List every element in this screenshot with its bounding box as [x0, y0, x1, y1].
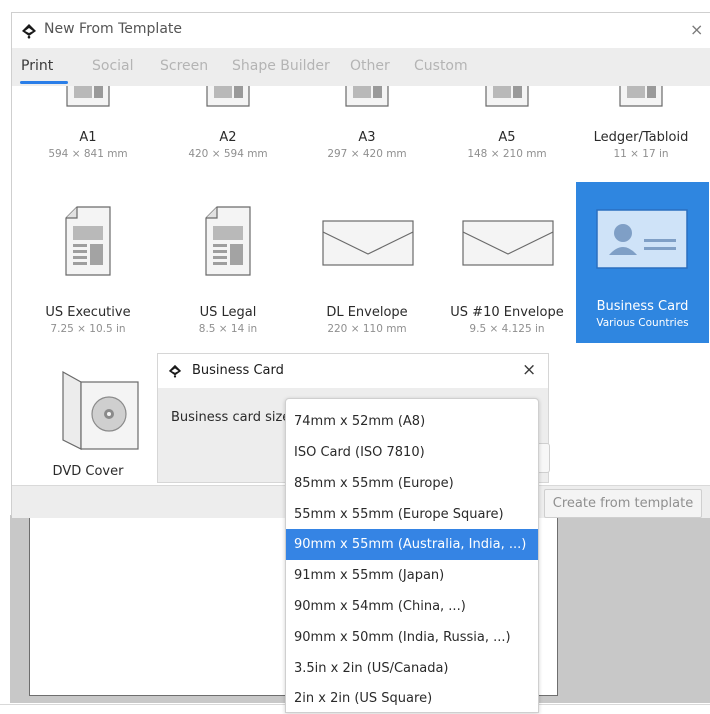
business-card-icon	[596, 209, 688, 269]
document-icon	[65, 206, 111, 276]
size-option[interactable]: 74mm x 52mm (A8)	[286, 406, 538, 437]
subdialog-titlebar: Business Card ×	[158, 354, 548, 388]
template-size: Various Countries	[596, 317, 689, 329]
template-us-executive[interactable]: US Executive 7.25 × 10.5 in	[29, 194, 147, 354]
size-option[interactable]: 55mm x 55mm (Europe Square)	[286, 499, 538, 530]
template-name: DL Envelope	[326, 305, 408, 320]
dialog-titlebar: New From Template ×	[12, 13, 710, 48]
close-icon[interactable]: ×	[690, 20, 703, 39]
subdialog-title: Business Card	[192, 363, 284, 378]
size-option[interactable]: 91mm x 55mm (Japan)	[286, 560, 538, 591]
tab-screen[interactable]: Screen	[160, 58, 208, 74]
template-name: US #10 Envelope	[450, 305, 564, 320]
inkscape-logo-icon	[168, 364, 182, 378]
template-name: DVD Cover	[52, 464, 124, 479]
template-ledger-tabloid[interactable]: Ledger/Tabloid 11 × 17 in	[582, 86, 700, 180]
document-icon	[66, 86, 110, 107]
template-tabs: Print Social Screen Shape Builder Other …	[12, 48, 710, 86]
template-size: 148 × 210 mm	[467, 148, 547, 160]
tab-shape-builder[interactable]: Shape Builder	[232, 58, 330, 74]
template-dvd-cover[interactable]: DVD Cover	[29, 358, 147, 490]
envelope-icon	[462, 220, 554, 266]
template-name: US Legal	[199, 305, 257, 320]
template-us-10-envelope[interactable]: US #10 Envelope 9.5 × 4.125 in	[448, 194, 566, 354]
document-icon	[206, 86, 250, 107]
tab-other[interactable]: Other	[350, 58, 390, 74]
template-a2[interactable]: A2 420 × 594 mm	[169, 86, 287, 180]
size-option[interactable]: 85mm x 55mm (Europe)	[286, 468, 538, 499]
envelope-icon	[322, 220, 414, 266]
tab-print[interactable]: Print	[21, 58, 53, 74]
document-icon	[619, 86, 663, 107]
template-size: 420 × 594 mm	[188, 148, 268, 160]
size-option[interactable]: 90mm x 50mm (India, Russia, ...)	[286, 622, 538, 653]
size-option[interactable]: 3.5in x 2in (US/Canada)	[286, 653, 538, 684]
template-size: 297 × 420 mm	[327, 148, 407, 160]
document-icon	[345, 86, 389, 107]
template-name: Business Card	[596, 299, 689, 314]
template-a3[interactable]: A3 297 × 420 mm	[308, 86, 426, 180]
tab-custom[interactable]: Custom	[414, 58, 468, 74]
template-size: 9.5 × 4.125 in	[469, 323, 545, 335]
template-name: A1	[79, 130, 97, 145]
document-icon	[205, 206, 251, 276]
business-card-size-label: Business card size:	[171, 410, 295, 425]
template-a5[interactable]: A5 148 × 210 mm	[448, 86, 566, 180]
template-name: A5	[498, 130, 516, 145]
template-dl-envelope[interactable]: DL Envelope 220 × 110 mm	[308, 194, 426, 354]
tab-social[interactable]: Social	[92, 58, 134, 74]
inkscape-logo-icon	[22, 24, 36, 39]
size-option[interactable]: 2in x 2in (US Square)	[286, 683, 538, 714]
template-name: A2	[219, 130, 237, 145]
size-option[interactable]: 90mm x 54mm (China, ...)	[286, 591, 538, 622]
template-name: Ledger/Tabloid	[593, 130, 689, 145]
template-business-card[interactable]: Business Card Various Countries	[576, 182, 709, 343]
template-size: 594 × 841 mm	[48, 148, 128, 160]
template-name: A3	[358, 130, 376, 145]
create-from-template-button[interactable]: Create from template	[544, 489, 702, 518]
template-a1[interactable]: A1 594 × 841 mm	[29, 86, 147, 180]
active-tab-indicator	[20, 81, 68, 84]
dvd-cover-icon	[62, 370, 139, 450]
size-option-selected[interactable]: 90mm x 55mm (Australia, India, ...)	[286, 529, 538, 560]
template-size: 7.25 × 10.5 in	[50, 323, 126, 335]
template-size: 220 × 110 mm	[327, 323, 407, 335]
dialog-title: New From Template	[44, 21, 183, 37]
close-icon[interactable]: ×	[522, 360, 536, 380]
template-size: 11 × 17 in	[613, 148, 669, 160]
document-icon	[485, 86, 529, 107]
size-option[interactable]: ISO Card (ISO 7810)	[286, 437, 538, 468]
business-card-size-dropdown[interactable]: 74mm x 52mm (A8) ISO Card (ISO 7810) 85m…	[285, 398, 539, 713]
template-name: US Executive	[45, 305, 131, 320]
template-us-legal[interactable]: US Legal 8.5 × 14 in	[169, 194, 287, 354]
template-size: 8.5 × 14 in	[198, 323, 258, 335]
